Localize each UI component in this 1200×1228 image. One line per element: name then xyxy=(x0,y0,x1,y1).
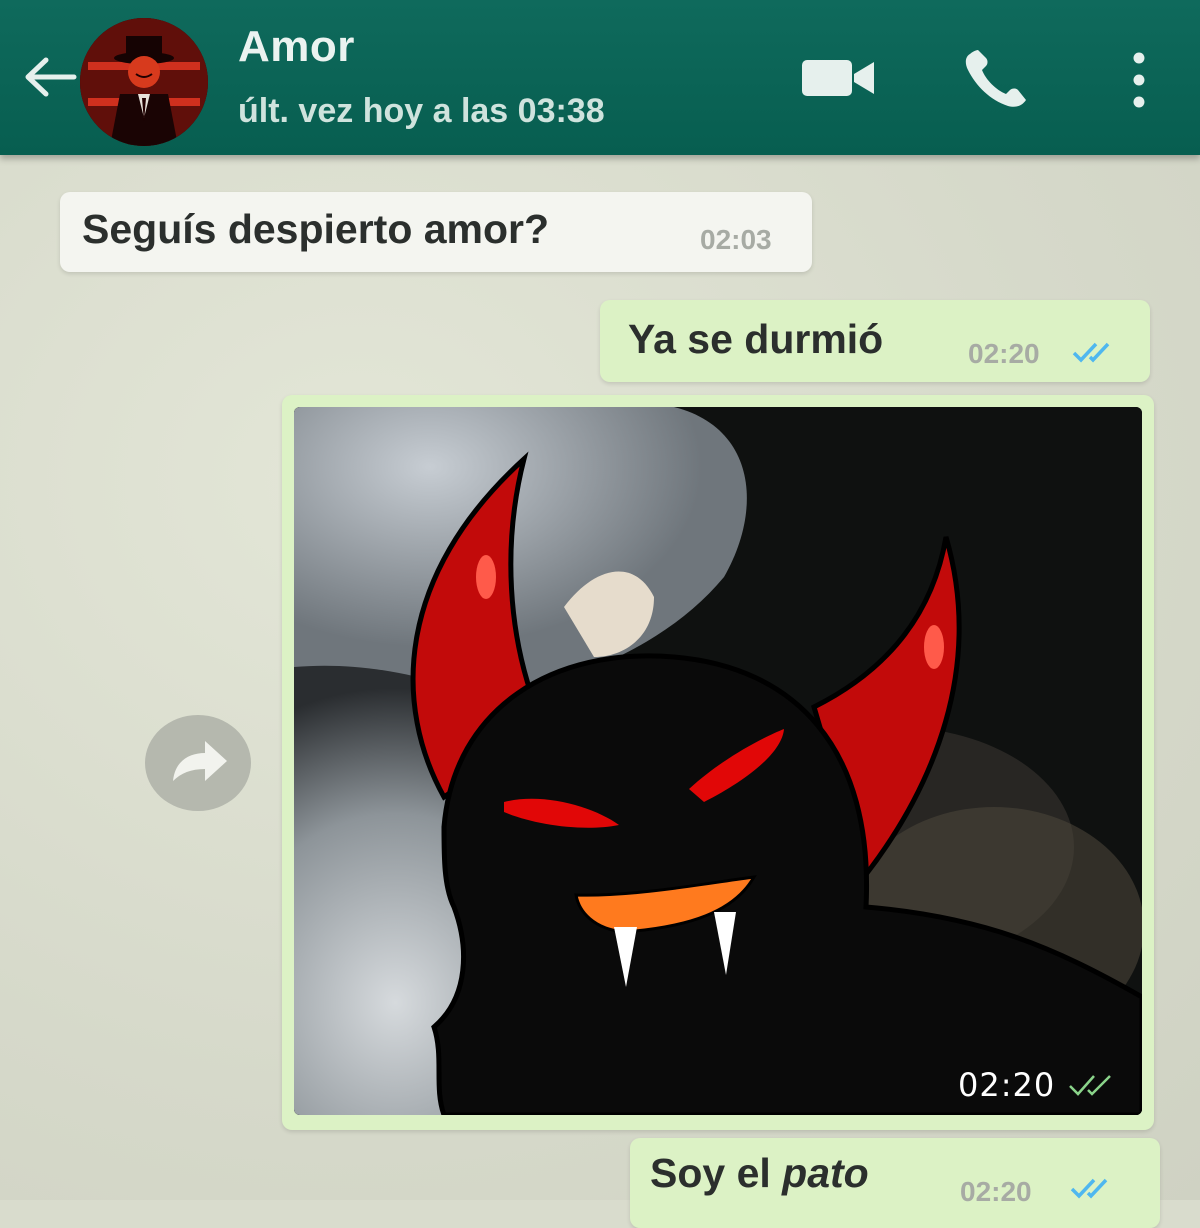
devil-duck-sticker xyxy=(410,451,1142,1115)
phone-icon[interactable] xyxy=(962,48,1032,110)
shared-photo[interactable] xyxy=(294,407,1142,1115)
message-time: 02:20 xyxy=(960,1176,1032,1207)
incoming-message[interactable]: Seguís despierto amor? 02:03 xyxy=(60,192,812,272)
outgoing-message[interactable]: Soy el pato 02:20 xyxy=(630,1138,1160,1228)
outgoing-image-message[interactable] xyxy=(282,395,1154,1130)
message-text: Seguís despierto amor? xyxy=(82,206,550,252)
message-text: Soy el pato xyxy=(650,1150,869,1197)
message-text-emphasis: pato xyxy=(782,1150,869,1196)
delivered-receipt-icon xyxy=(1069,1075,1111,1096)
chat-header: Amor últ. vez hoy a las 03:38 xyxy=(0,0,1200,155)
forward-button[interactable] xyxy=(145,715,251,811)
message-text: Ya se durmió xyxy=(628,316,884,362)
message-text-plain: Soy el xyxy=(650,1150,783,1196)
last-seen-status: últ. vez hoy a las 03:38 xyxy=(238,92,605,130)
video-call-icon[interactable] xyxy=(800,52,878,102)
contact-name[interactable]: Amor xyxy=(238,22,355,72)
message-time: 02:20 xyxy=(968,338,1040,369)
avatar-image xyxy=(80,18,208,146)
read-receipt-icon xyxy=(1072,342,1110,363)
forward-arrow-icon xyxy=(173,741,227,781)
read-receipt-icon xyxy=(1070,1178,1108,1199)
contact-avatar[interactable] xyxy=(80,18,208,146)
outgoing-message[interactable]: Ya se durmió 02:20 xyxy=(600,300,1150,382)
back-arrow-icon[interactable] xyxy=(18,52,80,102)
message-time: 02:03 xyxy=(700,224,772,255)
image-time: 02:20 xyxy=(958,1066,1056,1104)
more-options-icon[interactable] xyxy=(1124,50,1154,110)
